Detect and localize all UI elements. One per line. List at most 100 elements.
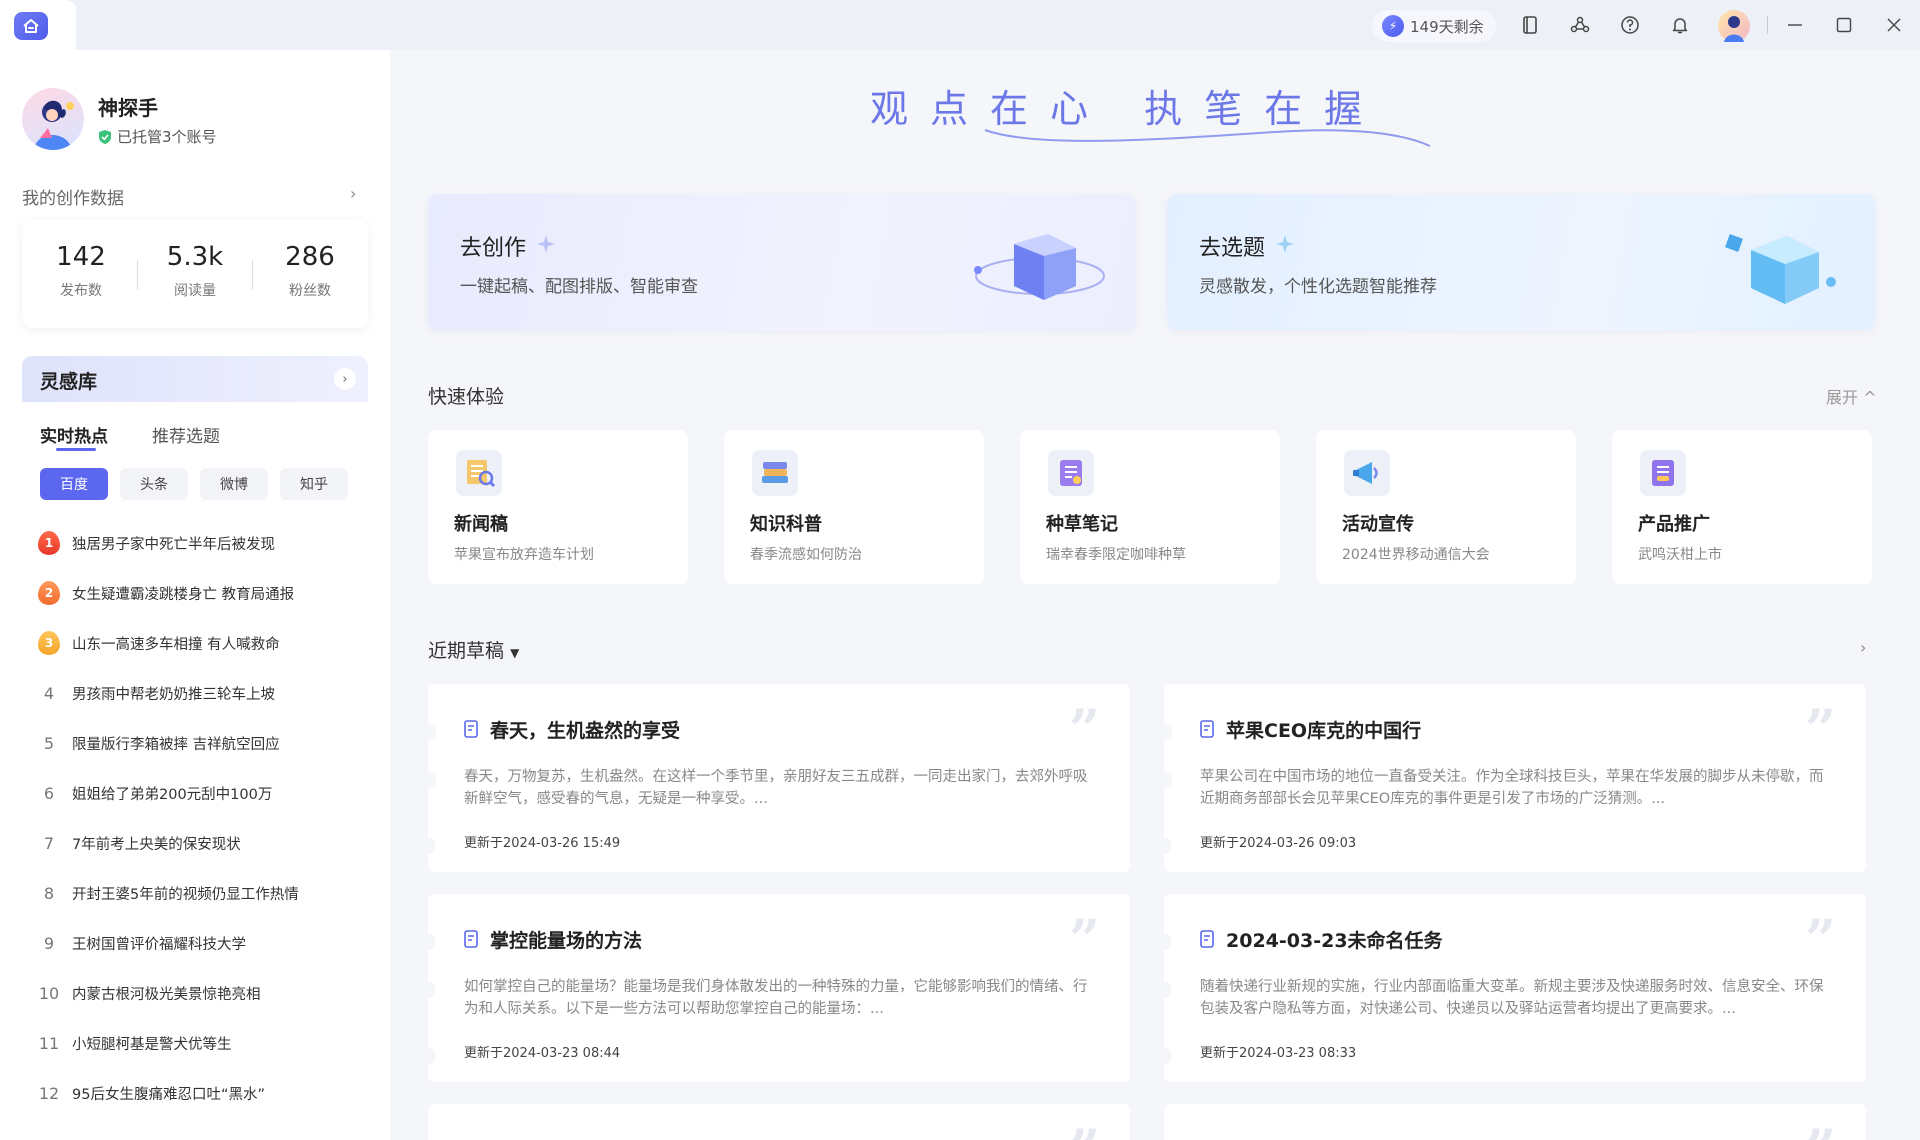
hot-item[interactable]: 1 独居男子家中死亡半年后被发现 [38, 528, 358, 558]
inspiration-title: 灵感库 [40, 371, 98, 393]
expand-button[interactable]: 展开 ^ [1826, 384, 1877, 408]
hot-item[interactable]: 9 王树国曾评价福耀科技大学 [38, 928, 358, 958]
quick-card-product[interactable]: 产品推广 武鸣沃柑上市 [1612, 430, 1872, 584]
quote-icon: ” [1804, 907, 1836, 971]
stat-value: 5.3k [166, 242, 224, 272]
hot-item[interactable]: 5 限量版行李箱被摔 吉祥航空回应 [38, 728, 358, 758]
recent-drafts-title[interactable]: 近期草稿 ▼ [428, 636, 519, 663]
quote-icon: ” [1804, 697, 1836, 761]
card-notch [1156, 1048, 1172, 1064]
hot-item-text: 姐姐给了弟弟200元刮中100万 [72, 786, 273, 803]
profile-avatar[interactable] [22, 88, 84, 150]
draft-title: 苹果CEO库克的中国行 [1226, 720, 1422, 742]
stat-value: 286 [285, 242, 335, 272]
source-zhihu[interactable]: 知乎 [280, 468, 348, 500]
managed-accounts[interactable]: 已托管3个账号 [98, 126, 217, 147]
card-notch [1156, 724, 1172, 740]
draft-card[interactable]: 2024-03-23未命名任务 ” 随着快递行业新规的实施，行业内部面临重大变革… [1156, 894, 1866, 1082]
draft-card-partial[interactable]: ” [1164, 1104, 1866, 1140]
hot-item[interactable]: 11 小短腿柯基是警犬优等生 [38, 1028, 358, 1058]
hot-item-text: 限量版行李箱被摔 吉祥航空回应 [72, 736, 280, 753]
quick-card-title: 种草笔记 [1046, 514, 1118, 535]
rank-number: 6 [43, 783, 55, 803]
title-bar-divider [1767, 16, 1768, 34]
stat-divider [137, 260, 138, 290]
stat-followers[interactable]: 286 粉丝数 [255, 242, 365, 300]
draft-card[interactable]: 掌控能量场的方法 ” 如何掌控自己的能量场？能量场是我们身体散发出的一种特殊的力… [420, 894, 1130, 1082]
hot-item-text: 内蒙古根河极光美景惊艳亮相 [72, 986, 261, 1003]
go-topic-card[interactable]: 去选题 灵感散发，个性化选题智能推荐 [1167, 194, 1875, 330]
card-notch [1156, 934, 1172, 950]
bolt-icon: ⚡ [1382, 15, 1404, 37]
source-toutiao[interactable]: 头条 [120, 468, 188, 500]
hot-item[interactable]: 6 姐姐给了弟弟200元刮中100万 [38, 778, 358, 808]
draft-card[interactable]: 春天，生机盎然的享受 ” 春天，万物复苏，生机盎然。在这样一个季节里，亲朋好友三… [420, 684, 1130, 872]
quick-card-promo[interactable]: 活动宣传 2024世界移动通信大会 [1316, 430, 1576, 584]
days-left-badge[interactable]: ⚡ 149天剩余 [1372, 10, 1496, 42]
user-avatar-small[interactable] [1718, 10, 1750, 42]
home-icon[interactable] [14, 12, 48, 40]
source-weibo[interactable]: 微博 [200, 468, 268, 500]
home-tab[interactable] [0, 0, 76, 50]
chevron-right-icon[interactable]: › [350, 184, 356, 203]
minimize-icon[interactable] [1783, 13, 1807, 37]
quote-icon: ” [1068, 697, 1100, 761]
tab-recommended-topics[interactable]: 推荐选题 [152, 422, 220, 447]
stat-reads[interactable]: 5.3k 阅读量 [140, 242, 250, 300]
source-baidu[interactable]: 百度 [40, 468, 108, 500]
hot-item[interactable]: 4 男孩雨中帮老奶奶推三轮车上坡 [38, 678, 358, 708]
quick-card-news[interactable]: 新闻稿 苹果宣布放弃造车计划 [428, 430, 688, 584]
creation-data-title: 我的创作数据 [22, 189, 124, 209]
shield-check-icon [99, 129, 111, 144]
books-icon [752, 450, 798, 496]
help-icon[interactable] [1618, 13, 1642, 37]
hot-item-text: 7年前考上央美的保安现状 [72, 836, 241, 853]
inspiration-panel: 实时热点 推荐选题 百度 头条 微博 知乎 1 独居男子家中死亡半年后被发现 2… [22, 402, 368, 1140]
hot-item[interactable]: 10 内蒙古根河极光美景惊艳亮相 [38, 978, 358, 1008]
draft-card-partial[interactable]: ” [428, 1104, 1130, 1140]
quick-card-science[interactable]: 知识科普 春季流感如何防治 [724, 430, 984, 584]
go-create-card[interactable]: 去创作 一键起稿、配图排版、智能审查 [428, 194, 1136, 330]
hot-item[interactable]: 8 开封王婆5年前的视频仍显工作热情 [38, 878, 358, 908]
stat-published[interactable]: 142 发布数 [26, 242, 136, 300]
card-notch [420, 1048, 436, 1064]
draft-card[interactable]: 苹果CEO库克的中国行 ” 苹果公司在中国市场的地位一直备受关注。作为全球科技巨… [1156, 684, 1866, 872]
crystal-cube-illustration-icon [1725, 234, 1836, 304]
hot-item[interactable]: 2 女生疑遭霸凌跳楼身亡 教育局通报 [38, 578, 358, 608]
bell-icon[interactable] [1668, 13, 1692, 37]
chevron-right-icon[interactable]: › [334, 368, 356, 390]
rank-number: 8 [43, 883, 55, 903]
cube-illustration-icon [974, 234, 1105, 300]
quick-card-subtitle: 武鸣沃柑上市 [1638, 547, 1722, 563]
book-icon[interactable] [1518, 13, 1542, 37]
close-icon[interactable] [1882, 13, 1906, 37]
quick-card-notes[interactable]: 种草笔记 瑞幸春季限定咖啡种草 [1020, 430, 1280, 584]
quote-icon: ” [1068, 907, 1100, 971]
share-icon[interactable] [1568, 13, 1592, 37]
go-topic-title: 去选题 [1199, 236, 1266, 261]
rank-number: 12 [38, 1083, 60, 1103]
card-notch [420, 934, 436, 950]
document-edit-icon [464, 930, 478, 948]
title-bar: ⚡ 149天剩余 [0, 0, 1920, 50]
maximize-icon[interactable] [1832, 13, 1856, 37]
quick-card-subtitle: 春季流感如何防治 [750, 547, 862, 563]
stat-label: 粉丝数 [289, 283, 331, 299]
tab-realtime-hot[interactable]: 实时热点 [40, 422, 108, 447]
hot-item-text: 95后女生腹痛难忍口吐“黑水” [72, 1086, 265, 1103]
hot-item-text: 独居男子家中死亡半年后被发现 [72, 536, 275, 553]
card-notch [420, 772, 436, 788]
hot-item[interactable]: 7 7年前考上央美的保安现状 [38, 828, 358, 858]
chevron-right-icon[interactable]: › [1860, 638, 1866, 657]
draft-title: 掌控能量场的方法 [490, 930, 643, 952]
sparkle-icon [1276, 235, 1294, 253]
card-notch [1156, 838, 1172, 854]
note-icon [1048, 450, 1094, 496]
hot-item[interactable]: 12 95后女生腹痛难忍口吐“黑水” [38, 1078, 358, 1108]
stat-value: 142 [56, 242, 106, 272]
hot-item[interactable]: 3 山东一高速多车相撞 有人喊救命 [38, 628, 358, 658]
sidebar: 神探手 已托管3个账号 我的创作数据 › 142 发布数 5.3k 阅读量 28… [0, 50, 390, 1140]
quick-card-subtitle: 瑞幸春季限定咖啡种草 [1046, 547, 1186, 563]
expand-label: 展开 [1826, 388, 1859, 407]
newspaper-icon [456, 450, 502, 496]
